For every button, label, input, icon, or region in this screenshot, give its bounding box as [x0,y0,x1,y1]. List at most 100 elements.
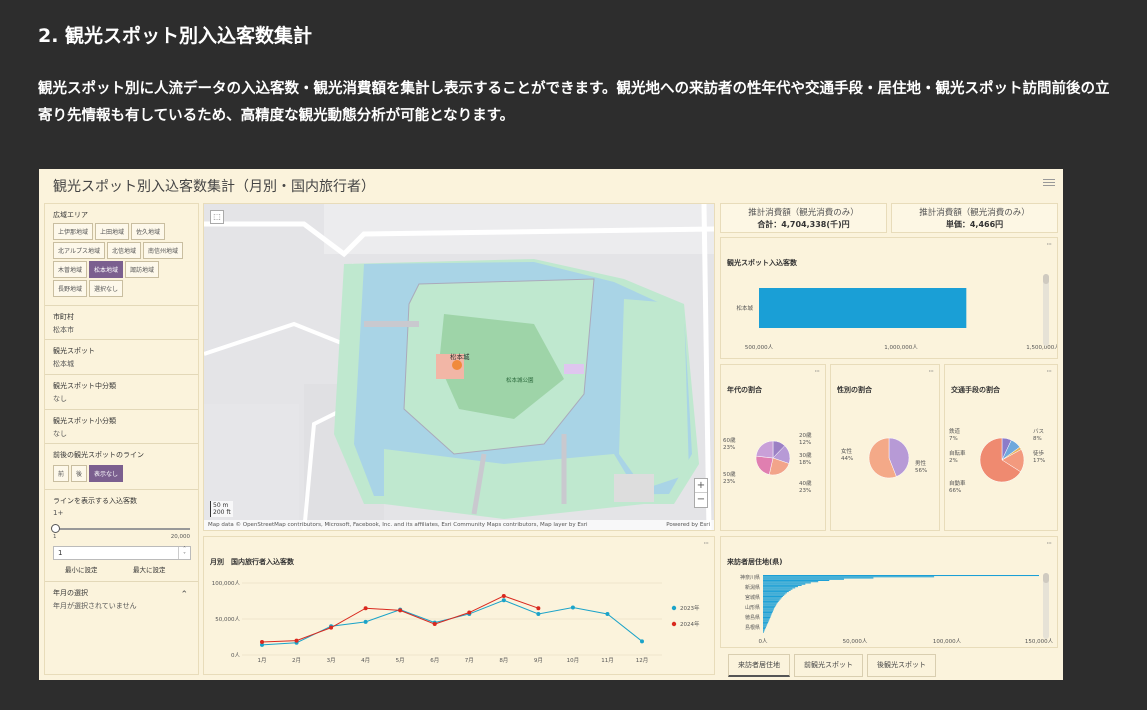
chevron-up-icon[interactable]: ⌃ [180,590,188,600]
map-view[interactable]: 松本城 松本城公園 50 m 200 ft + − ⬚ Map data © Op… [203,203,715,531]
city-value[interactable]: 松本市 [53,325,190,335]
data-point[interactable] [363,606,368,611]
data-point[interactable] [640,639,644,644]
pie-slice[interactable] [755,440,774,459]
residence-bar[interactable] [763,589,791,591]
data-point[interactable] [432,622,437,627]
residence-bar[interactable] [763,605,776,607]
residence-bar[interactable] [763,619,770,621]
residence-bar[interactable] [763,612,773,614]
tab[interactable]: 来訪者居住地 [728,654,790,677]
area-chip[interactable]: 長野地域 [53,280,88,297]
residence-bar[interactable] [763,623,768,625]
residence-bar[interactable] [763,587,796,589]
area-chip[interactable]: 松本地域 [89,261,124,278]
data-point[interactable] [501,598,506,603]
data-point[interactable] [398,608,403,613]
small-category-value[interactable]: なし [53,429,190,439]
tab[interactable]: 後観光スポット [867,654,936,677]
slider-handle[interactable] [51,524,60,533]
residence-bar[interactable] [763,624,768,626]
data-point[interactable] [467,610,472,615]
residence-bar[interactable] [763,599,780,601]
residence-bar[interactable] [763,603,777,605]
residence-bar[interactable] [763,615,771,617]
data-point[interactable] [294,638,299,643]
powered-by[interactable]: Powered by Esri [666,522,710,528]
line-option-chip[interactable]: 前 [53,465,70,482]
residence-bar[interactable] [763,579,830,581]
line-option-chip[interactable]: 後 [71,465,88,482]
residence-bar[interactable] [763,625,767,627]
area-chip[interactable]: 南信州地域 [142,242,183,259]
residence-bar[interactable] [763,595,783,598]
set-max-button[interactable]: 最大に設定 [133,564,166,574]
visitors-slider[interactable] [55,528,190,530]
residence-bar[interactable] [763,607,775,609]
data-point[interactable] [570,605,575,610]
residence-bar[interactable] [763,618,770,620]
residence-bar[interactable] [763,594,785,596]
residence-bar[interactable] [763,626,766,628]
map-canvas[interactable] [204,204,715,531]
residence-bar[interactable] [763,586,798,588]
residence-bar[interactable] [763,604,777,606]
residence-bar[interactable] [763,620,769,622]
spot-value[interactable]: 松本城 [53,359,190,369]
mid-category-value[interactable]: なし [53,394,190,404]
residence-bar[interactable] [763,629,765,631]
hamburger-menu-icon[interactable] [1043,177,1055,189]
data-point[interactable] [260,640,264,645]
residence-bar[interactable] [763,613,772,615]
area-chip[interactable]: 北アルプス地域 [53,242,105,259]
area-chip[interactable]: 上伊那地域 [53,223,94,240]
residence-bar[interactable] [763,583,806,585]
residence-bar[interactable] [763,614,772,616]
chart-scrollbar[interactable] [1043,274,1049,346]
zoom-in-button[interactable]: + [695,479,707,493]
data-point[interactable] [536,606,541,611]
set-min-button[interactable]: 最小に設定 [65,564,98,574]
residence-bar[interactable] [763,631,764,633]
residence-bar[interactable] [763,609,774,611]
data-point[interactable] [501,593,506,598]
visitors-input[interactable]: 1 ˄ ˅ [53,546,191,560]
tab[interactable]: 前観光スポット [794,654,863,677]
residence-bar[interactable] [763,576,935,578]
residence-bar[interactable] [763,582,811,584]
zoom-out-button[interactable]: − [695,493,707,507]
residence-bar[interactable] [763,628,766,630]
residence-bar[interactable] [763,600,779,602]
residence-bar[interactable] [763,610,773,612]
line-option-chip[interactable]: 表示なし [89,465,124,482]
residence-bar[interactable] [763,577,874,579]
area-chip[interactable]: 諏訪地域 [125,261,160,278]
chart-scrollbar[interactable] [1043,573,1049,639]
residence-bar[interactable] [763,575,1039,577]
residence-bar[interactable] [763,598,781,600]
residence-bar[interactable] [763,581,819,583]
residence-bar[interactable] [763,621,769,623]
residence-bar[interactable] [763,597,782,599]
area-chip[interactable]: 木曽地域 [53,261,88,278]
residence-bar[interactable] [763,608,775,610]
data-point[interactable] [536,611,541,616]
area-chip[interactable]: 北信地域 [106,242,141,259]
data-point[interactable] [329,625,334,630]
residence-bar[interactable] [763,616,771,619]
map-select-icon[interactable]: ⬚ [210,210,224,224]
residence-bar[interactable] [763,602,778,604]
residence-bar[interactable] [763,591,789,593]
area-chip[interactable]: 選択なし [89,280,124,297]
data-point[interactable] [363,619,368,624]
stepper-icon[interactable]: ˄ ˅ [178,547,190,559]
spot-bar[interactable] [759,288,967,328]
data-point[interactable] [605,611,610,616]
residence-bar[interactable] [763,593,786,595]
residence-bar[interactable] [763,578,844,580]
castle-marker-icon[interactable] [452,360,462,370]
residence-bar[interactable] [763,584,802,586]
area-chip[interactable]: 佐久地域 [131,223,166,240]
residence-bar[interactable] [763,592,787,594]
residence-bar[interactable] [763,588,793,590]
